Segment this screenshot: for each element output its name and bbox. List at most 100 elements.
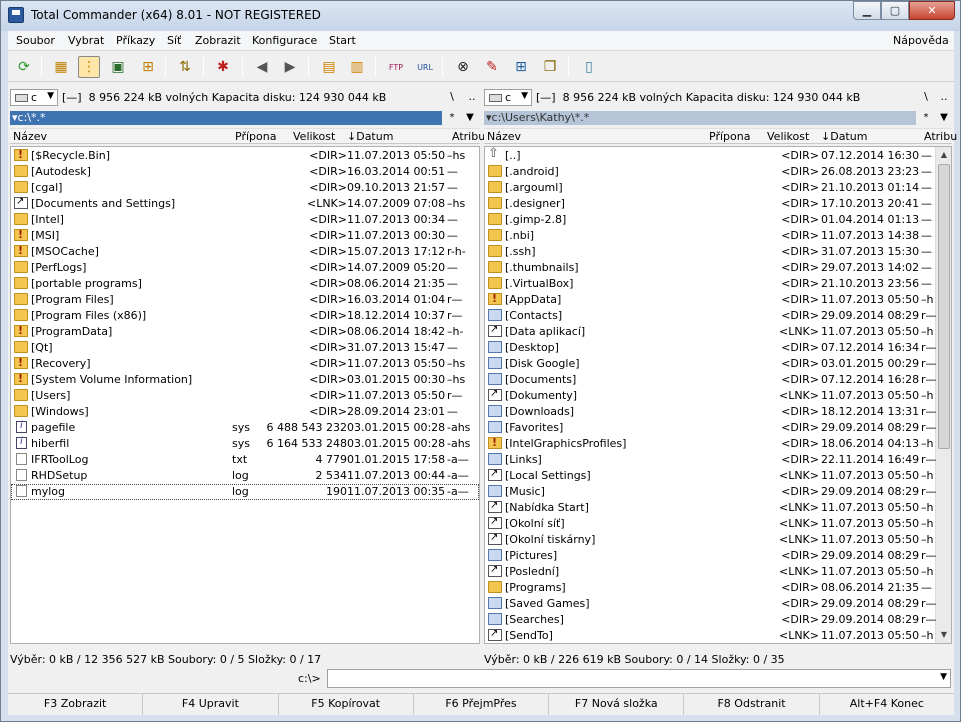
- file-row[interactable]: mylog log 190 11.07.2013 00:35 -a—: [11, 484, 479, 500]
- file-row[interactable]: [.gimp-2.8] <DIR> 01.04.2014 01:13—: [485, 212, 951, 228]
- multi-rename-button[interactable]: ✎: [481, 56, 503, 78]
- maximize-button[interactable]: ▢: [881, 1, 909, 20]
- file-row[interactable]: [PerfLogs] <DIR> 14.07.2009 05:20—: [11, 260, 479, 276]
- left-history-button[interactable]: *: [445, 111, 459, 125]
- sync-dirs-button[interactable]: ⊞: [510, 56, 532, 78]
- file-row[interactable]: [Recovery] <DIR>11.07.2013 05:50–hs: [11, 356, 479, 372]
- title-bar[interactable]: Total Commander (x64) 8.01 - NOT REGISTE…: [1, 1, 960, 31]
- file-row[interactable]: [.designer] <DIR> 17.10.2013 20:41—: [485, 196, 951, 212]
- command-line-input[interactable]: ▼: [327, 669, 951, 688]
- f7-new-folder-button[interactable]: F7 Nová složka: [549, 694, 685, 715]
- file-row[interactable]: [Autodesk] <DIR> 16.03.2014 00:51—: [11, 164, 479, 180]
- file-row[interactable]: [MSI] <DIR>11.07.2013 00:30—: [11, 228, 479, 244]
- left-path[interactable]: ▾c:\*.*: [10, 111, 442, 125]
- file-row[interactable]: [Documents] <DIR> 07.12.2014 16:28 r—: [485, 372, 951, 388]
- file-row[interactable]: [MSOCache] <DIR>15.07.2013 17:12r-h-: [11, 244, 479, 260]
- f4-edit-button[interactable]: F4 Upravit: [143, 694, 279, 715]
- file-row[interactable]: [.android] <DIR> 26.08.2013 23:23—: [485, 164, 951, 180]
- file-row[interactable]: [Okolní síť] <LNK>11.07.2013 05:50–h: [485, 516, 951, 532]
- file-row[interactable]: [.argouml] <DIR> 21.10.2013 01:14—: [485, 180, 951, 196]
- notepad-button[interactable]: ▯: [578, 56, 600, 78]
- right-parent-button[interactable]: ..: [937, 90, 951, 103]
- file-row[interactable]: [Programs] <DIR> 08.06.2014 21:35—: [485, 580, 951, 596]
- file-row[interactable]: hiberfil sys 6 164 533 24803.01.2015 00:28…: [11, 436, 479, 452]
- copy-names-button[interactable]: ❐: [539, 56, 561, 78]
- menu-start[interactable]: Start: [329, 34, 356, 47]
- file-row[interactable]: pagefile sys 6 488 543 23203.01.2015 00:28…: [11, 420, 479, 436]
- col-name[interactable]: Název: [13, 130, 47, 143]
- f8-delete-button[interactable]: F8 Odstranit: [684, 694, 820, 715]
- f3-view-button[interactable]: F3 Zobrazit: [8, 694, 144, 715]
- col-date[interactable]: ↓Datum: [821, 130, 867, 143]
- file-row[interactable]: [SendTo] <LNK>11.07.2013 05:50–h: [485, 628, 951, 643]
- app-icon[interactable]: [8, 7, 24, 23]
- url-connect-button[interactable]: URL: [414, 56, 436, 78]
- file-row[interactable]: [Desktop] <DIR> 07.12.2014 16:34 r—: [485, 340, 951, 356]
- right-hotlist-button[interactable]: ▼: [937, 111, 951, 125]
- file-row[interactable]: [cgal] <DIR> 09.10.2013 21:57—: [11, 180, 479, 196]
- file-row[interactable]: [AppData] <DIR>11.07.2013 05:50–h: [485, 292, 951, 308]
- right-drive-select[interactable]: c ▼: [484, 89, 532, 106]
- file-row[interactable]: [Searches] <DIR> 29.09.2014 08:29 r—: [485, 612, 951, 628]
- file-row[interactable]: [Nabídka Start] <LNK>11.07.2013 05:50–h: [485, 500, 951, 516]
- col-attr[interactable]: Atribu: [924, 130, 957, 143]
- file-row[interactable]: [IntelGraphicsProfiles] <DIR>18.06.2014 0…: [485, 436, 951, 452]
- right-root-button[interactable]: \: [919, 90, 933, 103]
- minimize-button[interactable]: ▁: [853, 1, 881, 20]
- menu-napoveda[interactable]: Nápověda: [893, 34, 949, 47]
- file-row[interactable]: [ProgramData] <DIR>08.06.2014 18:42–h-: [11, 324, 479, 340]
- back-button[interactable]: ◀: [251, 56, 273, 78]
- file-row[interactable]: [Okolní tiskárny] <LNK>11.07.2013 05:50–h: [485, 532, 951, 548]
- file-row[interactable]: [Local Settings] <LNK>11.07.2013 05:50–h: [485, 468, 951, 484]
- f6-move-button[interactable]: F6 PřejmPřes: [414, 694, 550, 715]
- left-drive-select[interactable]: c ▼: [10, 89, 58, 106]
- ftp-connect-button[interactable]: FTP: [385, 56, 407, 78]
- file-row[interactable]: [Qt] <DIR> 31.07.2013 15:47—: [11, 340, 479, 356]
- unpack-button[interactable]: ▥: [346, 56, 368, 78]
- file-row[interactable]: [Links] <DIR> 22.11.2014 16:49 r—: [485, 452, 951, 468]
- file-row[interactable]: RHDSetup log 2 534 11.07.2013 00:44 -a—: [11, 468, 479, 484]
- menu-sit[interactable]: Síť: [167, 34, 181, 47]
- menu-prikazy[interactable]: Příkazy: [116, 34, 155, 47]
- full-view-button[interactable]: ⋮: [78, 56, 100, 78]
- tree-view-button[interactable]: ⊞: [137, 56, 159, 78]
- find-files-button[interactable]: ⊗: [452, 56, 474, 78]
- menu-zobrazit[interactable]: Zobrazit: [195, 34, 241, 47]
- file-row[interactable]: [Poslední] <LNK>11.07.2013 05:50–h: [485, 564, 951, 580]
- invert-selection-button[interactable]: ⇅: [174, 56, 196, 78]
- file-row[interactable]: [Downloads] <DIR> 18.12.2014 13:31 r—: [485, 404, 951, 420]
- menu-konfigurace[interactable]: Konfigurace: [252, 34, 317, 47]
- file-row[interactable]: [portable programs] <DIR> 08.06.2014 21:35…: [11, 276, 479, 292]
- alt-f4-exit-button[interactable]: Alt+F4 Konec: [820, 694, 954, 715]
- file-row[interactable]: [Pictures] <DIR> 29.09.2014 08:29 r—: [485, 548, 951, 564]
- file-row[interactable]: [.nbi] <DIR> 11.07.2013 14:38—: [485, 228, 951, 244]
- file-row[interactable]: [Favorites] <DIR> 29.09.2014 08:29 r—: [485, 420, 951, 436]
- right-history-button[interactable]: *: [919, 111, 933, 125]
- file-row[interactable]: [Music] <DIR> 29.09.2014 08:29 r—: [485, 484, 951, 500]
- file-row[interactable]: [.ssh] <DIR> 31.07.2013 15:30—: [485, 244, 951, 260]
- file-row[interactable]: [..] <DIR>07.12.2014 16:30—: [485, 147, 951, 164]
- file-row[interactable]: [Intel] <DIR> 11.07.2013 00:34—: [11, 212, 479, 228]
- compare-dirs-button[interactable]: ✱: [212, 56, 234, 78]
- menu-soubor[interactable]: Soubor: [16, 34, 55, 47]
- file-row[interactable]: [Program Files] <DIR> 16.03.2014 01:04 r—: [11, 292, 479, 308]
- file-row[interactable]: [Dokumenty] <LNK>11.07.2013 05:50–h: [485, 388, 951, 404]
- col-size[interactable]: Velikost: [293, 130, 335, 143]
- file-row[interactable]: [Users] <DIR> 11.07.2013 05:50 r—: [11, 388, 479, 404]
- forward-button[interactable]: ▶: [279, 56, 301, 78]
- close-button[interactable]: ✕: [909, 1, 955, 20]
- left-parent-button[interactable]: ..: [465, 90, 479, 103]
- file-row[interactable]: [Data aplikací] <LNK>11.07.2013 05:50–h: [485, 324, 951, 340]
- file-row[interactable]: [.thumbnails] <DIR> 29.07.2013 14:02—: [485, 260, 951, 276]
- chevron-down-icon[interactable]: ▼: [940, 672, 947, 682]
- file-row[interactable]: [Program Files (x86)] <DIR> 18.12.2014 10:…: [11, 308, 479, 324]
- col-attr[interactable]: Atribu: [452, 130, 485, 143]
- col-size[interactable]: Velikost: [767, 130, 809, 143]
- right-path[interactable]: ▾c:\Users\Kathy\*.*: [484, 111, 916, 125]
- col-date[interactable]: ↓Datum: [347, 130, 393, 143]
- brief-view-button[interactable]: ▦: [50, 56, 72, 78]
- left-hotlist-button[interactable]: ▼: [463, 111, 477, 125]
- file-row[interactable]: IFRToolLog txt 4 779 01.01.2015 17:58 -a—: [11, 452, 479, 468]
- file-row[interactable]: [$Recycle.Bin] <DIR>11.07.2013 05:50–hs: [11, 148, 479, 164]
- col-name[interactable]: Název: [487, 130, 521, 143]
